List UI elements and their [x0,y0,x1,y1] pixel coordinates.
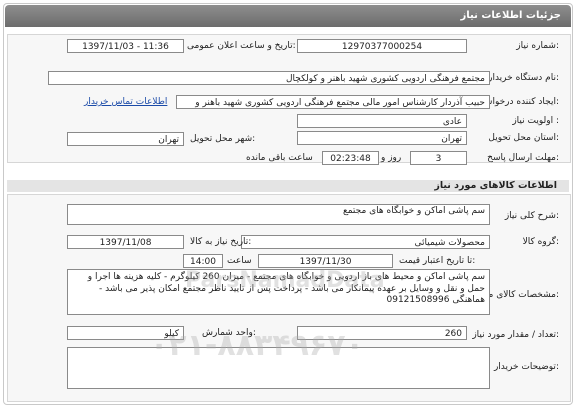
validity-hour-label: ساعت [227,256,252,266]
summary-label: شرح کلی نیاز: [504,211,559,221]
priority-label: اولویت نیاز : [512,116,559,126]
goods-section-title: اطلاعات کالاهای مورد نیاز [434,180,557,191]
province-field: تهران [297,131,467,145]
need-number-label: شماره نیاز: [516,41,559,51]
watermark-brand: ParsNamadData [185,268,385,293]
validity-label: تا تاریخ اعتبار قیمت: [399,256,476,266]
deadline-label: مهلت ارسال پاسخ: [487,153,559,163]
days-label: روز و [381,153,402,163]
group-field: محصولات شیمیائی [241,235,490,249]
buyer-field: مجتمع فرهنگی اردویی کشوری شهید باهنر و ک… [48,71,490,85]
group-label: گروه کالا: [522,237,559,247]
city-label: شهر محل تحویل: [190,134,256,144]
watermark-phone: ۰۲۱-۸۸۳۴۹۶۷۰ [150,328,364,363]
validity-date-field: 1397/11/30 [258,254,393,268]
buyer-label: نام دستگاه خریدار: [488,73,559,83]
deadline-days-field: 3 [410,151,467,165]
need-date-field: 1397/11/08 [67,235,184,249]
validity-hour-field: 14:00 [183,254,223,268]
creator-field: حبیب آذردار کارشناس امور مالی مجتمع فرهن… [176,95,490,109]
announce-field: 1397/11/03 - 11:36 [67,39,184,53]
deadline-time-field: 02:23:48 [322,151,379,165]
page-title: جزئیات اطلاعات نیاز [460,10,561,21]
province-label: استان محل تحویل: [488,133,559,143]
remaining-label: ساعت باقی مانده [246,153,313,163]
need-number-field: 12970377000254 [297,39,467,53]
title-bar: جزئیات اطلاعات نیاز [5,5,571,27]
city-field: تهران [67,132,184,146]
qty-label: تعداد / مقدار مورد نیاز: [472,330,559,340]
need-date-label: تاریخ نیاز به کالا: [190,237,252,247]
announce-label: تاریخ و ساعت اعلان عمومی: [187,41,296,51]
buyer-contact-link[interactable]: اطلاعات تماس خریدار [84,97,167,107]
notes-label: توضیحات خریدار: [493,362,559,372]
summary-field: سم پاشی اماکن و خوابگاه های مجتمع [67,204,490,225]
priority-field: عادی [297,114,467,128]
goods-section-header: اطلاعات کالاهای مورد نیاز [7,180,569,192]
